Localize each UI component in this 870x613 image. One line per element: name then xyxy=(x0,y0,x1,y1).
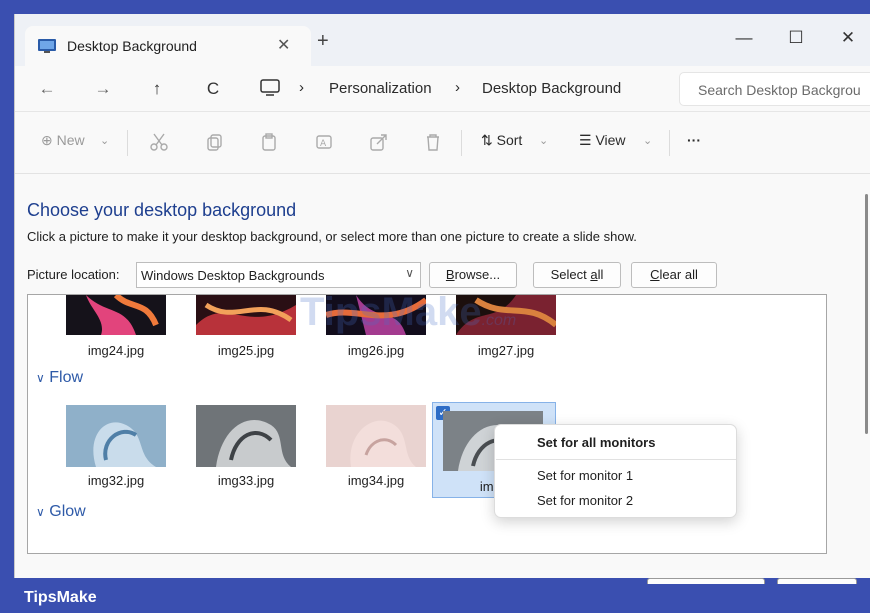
back-arrow-icon[interactable]: ← xyxy=(33,76,61,102)
select-all-button[interactable]: Select all xyxy=(533,262,621,288)
chevron-down-icon: ⌄ xyxy=(539,135,549,147)
chevron-down-icon: ∨ xyxy=(405,266,414,280)
chevron-down-icon: ⌄ xyxy=(643,135,653,147)
wallpaper-thumbnail-img25[interactable] xyxy=(196,295,296,335)
thumbnail-label: img33.jpg xyxy=(217,473,275,488)
address-bar: ← → ↑ C › Personalization › Desktop Back… xyxy=(15,66,870,112)
picture-location-label: Picture location: xyxy=(27,267,120,282)
thumbnail-label: img34.jpg xyxy=(347,473,405,488)
thumbnail-label: img32.jpg xyxy=(87,473,145,488)
picture-location-select[interactable]: Windows Desktop Backgrounds ∨ xyxy=(136,262,421,288)
maximize-button[interactable]: ☐ xyxy=(773,22,819,54)
tab-title: Desktop Background xyxy=(67,38,197,54)
breadcrumb-separator-icon: › xyxy=(299,79,304,96)
group-header-flow[interactable]: ∨ Flow xyxy=(36,369,83,387)
chevron-down-icon: ∨ xyxy=(36,371,45,385)
search-input[interactable]: Search Desktop Backgrou xyxy=(679,72,870,106)
command-bar: ⊕ New ⌄ A ⇅ Sort ⌄ ☰ View ⌄ ··· xyxy=(15,112,870,174)
group-header-glow[interactable]: ∨ Glow xyxy=(36,503,86,521)
page-description: Click a picture to make it your desktop … xyxy=(27,229,637,244)
chevron-down-icon: ⌄ xyxy=(100,135,110,147)
cut-icon[interactable] xyxy=(149,132,169,152)
view-button[interactable]: ☰ View xyxy=(579,132,626,154)
chevron-down-icon: ∨ xyxy=(36,505,45,519)
clear-all-button[interactable]: Clear all xyxy=(631,262,717,288)
delete-icon[interactable] xyxy=(423,132,443,152)
picture-location-value: Windows Desktop Backgrounds xyxy=(141,268,325,283)
browse-button[interactable]: Browse... xyxy=(429,262,517,288)
new-button[interactable]: ⊕ New xyxy=(41,132,85,154)
tab-desktop-background[interactable]: Desktop Background ✕ xyxy=(25,26,311,66)
new-tab-button[interactable]: + xyxy=(317,30,329,53)
desktop-background-panel: Choose your desktop background Click a p… xyxy=(15,174,870,578)
wallpaper-thumbnail-img24[interactable] xyxy=(66,295,166,335)
wallpaper-thumbnail-img34[interactable] xyxy=(326,405,426,467)
rename-icon[interactable]: A xyxy=(315,132,335,152)
page-title: Choose your desktop background xyxy=(27,200,297,220)
breadcrumb-separator-icon: › xyxy=(455,79,460,96)
up-arrow-icon[interactable]: ↑ xyxy=(143,76,171,102)
window-scrollbar[interactable] xyxy=(865,194,868,434)
computer-icon[interactable] xyxy=(259,78,281,98)
menu-item-set-all-monitors[interactable]: Set for all monitors xyxy=(537,435,655,450)
menu-divider xyxy=(496,459,736,460)
divider xyxy=(127,130,128,156)
svg-text:A: A xyxy=(320,139,327,149)
close-button[interactable]: ✕ xyxy=(825,22,870,54)
refresh-icon[interactable]: C xyxy=(199,76,227,102)
brand-bar: TipsMake xyxy=(0,584,870,613)
share-icon[interactable] xyxy=(369,132,389,152)
thumbnail-label: img26.jpg xyxy=(347,343,405,358)
sort-button[interactable]: ⇅ Sort xyxy=(481,132,522,154)
minimize-button[interactable]: — xyxy=(721,22,767,54)
wallpaper-thumbnail-img33[interactable] xyxy=(196,405,296,467)
menu-item-set-monitor-1[interactable]: Set for monitor 1 xyxy=(537,468,633,483)
title-bar: Desktop Background ✕ + — ☐ ✕ xyxy=(15,14,870,66)
context-menu: Set for all monitors Set for monitor 1 S… xyxy=(494,424,737,518)
paste-icon[interactable] xyxy=(260,132,280,152)
wallpaper-thumbnail-img32[interactable] xyxy=(66,405,166,467)
menu-item-set-monitor-2[interactable]: Set for monitor 2 xyxy=(537,493,633,508)
tab-close-icon[interactable]: ✕ xyxy=(277,35,290,55)
divider xyxy=(461,130,462,156)
search-placeholder: Search Desktop Backgrou xyxy=(698,82,861,98)
desktop-icon xyxy=(38,39,56,53)
divider xyxy=(669,130,670,156)
watermark: TipsMake.com xyxy=(300,290,517,334)
thumbnail-label: img24.jpg xyxy=(87,343,145,358)
forward-arrow-icon[interactable]: → xyxy=(89,76,117,102)
more-options-icon[interactable]: ··· xyxy=(687,132,701,154)
thumbnail-label: img25.jpg xyxy=(217,343,275,358)
breadcrumb-desktop-background[interactable]: Desktop Background xyxy=(482,80,621,97)
brand-label: TipsMake xyxy=(24,589,97,606)
copy-icon[interactable] xyxy=(205,132,225,152)
breadcrumb-personalization[interactable]: Personalization xyxy=(329,80,432,97)
thumbnail-label: img27.jpg xyxy=(477,343,535,358)
